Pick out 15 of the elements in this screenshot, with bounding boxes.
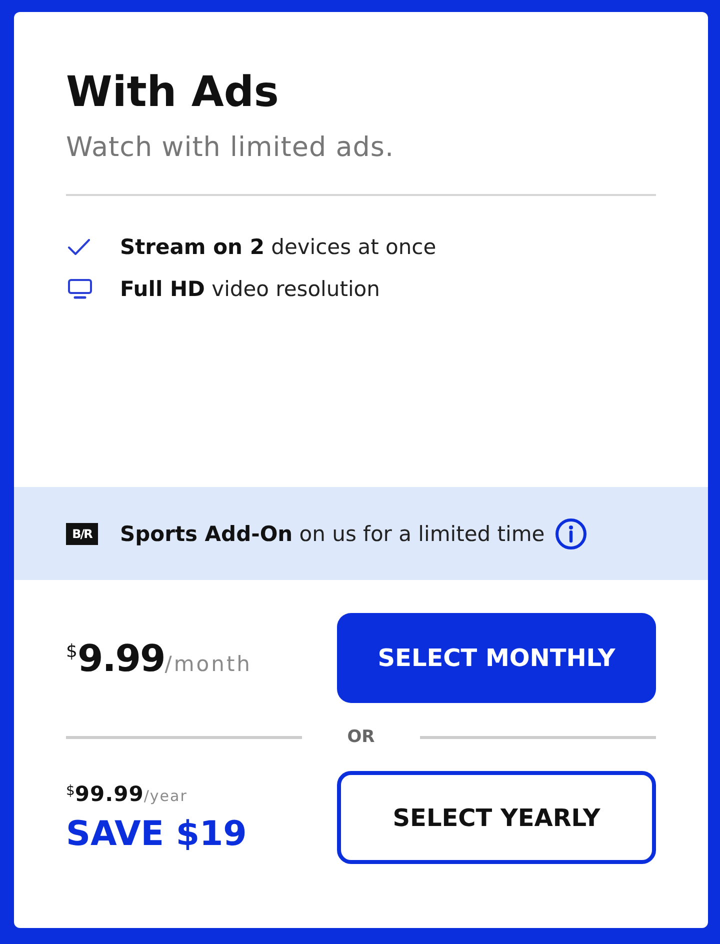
feature-text: Full HD video resolution — [120, 277, 380, 301]
monthly-price: $9.99/month — [66, 636, 253, 680]
monitor-icon — [68, 279, 92, 299]
plan-title: With Ads — [66, 68, 280, 116]
promo-text: Sports Add-On on us for a limited time — [120, 522, 545, 546]
select-monthly-button[interactable]: SELECT MONTHLY — [337, 613, 656, 703]
plan-subtitle: Watch with limited ads. — [66, 131, 396, 165]
yearly-price: $99.99/year — [66, 782, 188, 806]
select-yearly-button[interactable]: SELECT YEARLY — [337, 771, 656, 864]
feature-text: Stream on 2 devices at once — [120, 235, 436, 259]
check-icon — [68, 239, 90, 255]
brand-logo: B/R — [66, 522, 98, 544]
info-icon[interactable] — [554, 518, 587, 550]
or-label: OR — [346, 727, 376, 747]
savings-text: SAVE $19 — [66, 814, 248, 854]
